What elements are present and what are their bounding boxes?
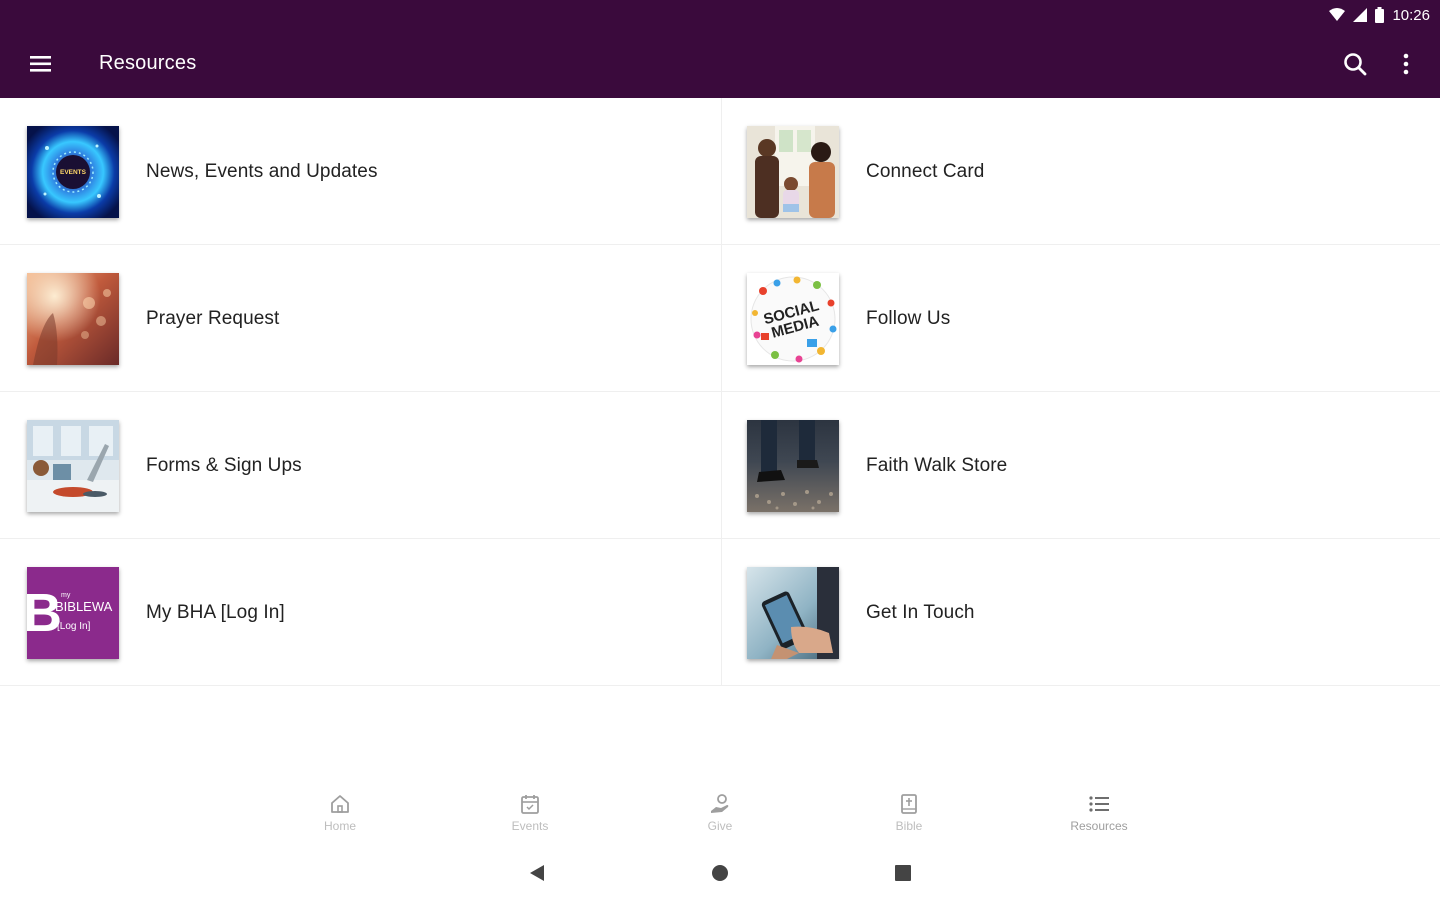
resource-label: Faith Walk Store xyxy=(866,455,1008,476)
resource-label: Get In Touch xyxy=(866,602,975,623)
nav-label: Give xyxy=(707,819,733,833)
svg-text:[Log In]: [Log In] xyxy=(57,621,91,632)
news-thumb-text: EVENTS xyxy=(60,169,87,176)
biblewave-logo-image: B my BIBLEWA [Log In] xyxy=(27,567,119,659)
nav-item-home[interactable]: Home xyxy=(290,792,390,842)
resource-item-forms-sign-ups[interactable]: Forms & Sign Ups xyxy=(0,392,722,539)
clock-time: 10:26 xyxy=(1392,6,1430,24)
give-icon xyxy=(670,792,770,816)
social-media-image: SOCIAL MEDIA xyxy=(747,273,839,365)
recents-icon[interactable] xyxy=(894,864,912,887)
resource-item-get-in-touch[interactable]: Get In Touch xyxy=(722,539,1440,686)
search-icon[interactable] xyxy=(1342,51,1368,77)
resource-label: News, Events and Updates xyxy=(146,161,378,182)
status-bar: 10:26 xyxy=(0,0,1440,30)
svg-text:my: my xyxy=(61,592,71,599)
nav-item-bible[interactable]: Bible xyxy=(859,792,959,842)
resource-item-faith-walk-store[interactable]: Faith Walk Store xyxy=(722,392,1440,539)
resource-label: Prayer Request xyxy=(146,308,280,329)
walking-feet-image xyxy=(747,420,839,512)
resource-item-prayer-request[interactable]: Prayer Request xyxy=(0,245,722,392)
nav-label: Bible xyxy=(895,819,923,833)
nav-label: Resources xyxy=(1070,819,1128,833)
svg-text:BIBLEWA: BIBLEWA xyxy=(55,599,113,614)
bible-icon xyxy=(859,792,959,816)
resources-grid: EVENTS News, Events and Updates Connect … xyxy=(0,98,1440,686)
battery-icon xyxy=(1375,7,1385,23)
nav-item-events[interactable]: Events xyxy=(480,792,580,842)
resource-label: Forms & Sign Ups xyxy=(146,455,302,476)
system-navigation-bar xyxy=(0,856,1440,892)
home-icon xyxy=(290,792,390,816)
more-options-icon[interactable] xyxy=(1398,51,1414,77)
home-button-icon[interactable] xyxy=(711,864,729,887)
nav-label: Events xyxy=(511,819,549,833)
resource-label: My BHA [Log In] xyxy=(146,602,285,623)
news-events-image: EVENTS xyxy=(27,126,119,218)
signal-icon xyxy=(1353,8,1368,22)
resource-item-my-bha-login[interactable]: B my BIBLEWA [Log In] My BHA [Log In] xyxy=(0,539,722,686)
back-icon[interactable] xyxy=(528,864,546,887)
app-bar: Resources xyxy=(0,30,1440,98)
resource-label: Follow Us xyxy=(866,308,951,329)
nav-item-give[interactable]: Give xyxy=(670,792,770,842)
desk-workspace-image xyxy=(27,420,119,512)
bottom-navigation: Home Events Give Bible Resources xyxy=(0,786,1440,846)
phone-hand-image xyxy=(747,567,839,659)
nav-item-resources[interactable]: Resources xyxy=(1049,792,1149,842)
resource-label: Connect Card xyxy=(866,161,985,182)
list-icon xyxy=(1049,792,1149,816)
nav-label: Home xyxy=(323,819,356,833)
resource-item-connect-card[interactable]: Connect Card xyxy=(722,98,1440,245)
resource-item-news-events[interactable]: EVENTS News, Events and Updates xyxy=(0,98,722,245)
page-title: Resources xyxy=(99,52,197,74)
resource-item-follow-us[interactable]: SOCIAL MEDIA Follow Us xyxy=(722,245,1440,392)
calendar-icon xyxy=(480,792,580,816)
family-photo-image xyxy=(747,126,839,218)
bokeh-light-image xyxy=(27,273,119,365)
wifi-icon xyxy=(1329,8,1346,22)
hamburger-menu-icon[interactable] xyxy=(28,52,54,76)
